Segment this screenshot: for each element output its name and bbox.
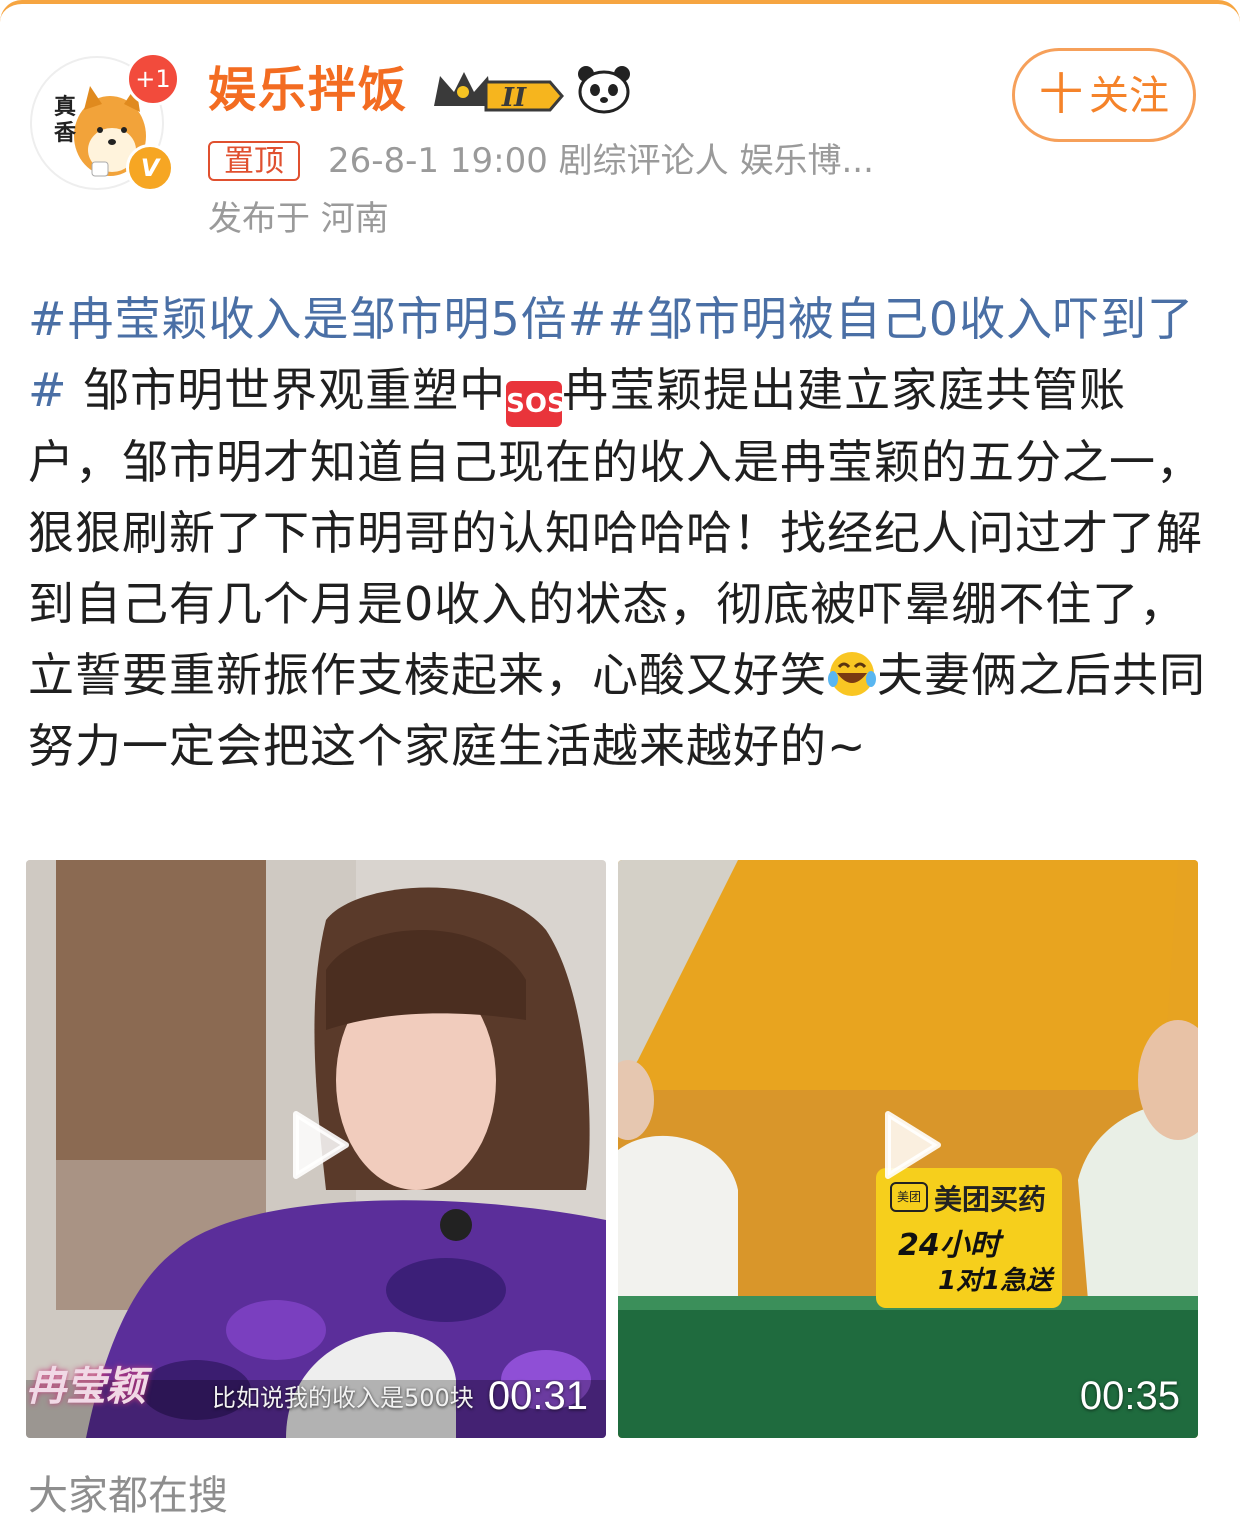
author-name[interactable]: 娱乐拌饭 <box>208 60 408 120</box>
video-duration: 00:31 <box>487 1374 588 1418</box>
post-card: 真香 +1 V 娱乐拌饭 II 十关注 置顶 26-8-1 19:00 剧综评论… <box>0 0 1240 1519</box>
sponsor-line-1: 24小时 <box>898 1228 1000 1263</box>
post-body: #冉莹颖收入是邹市明5倍##邹市明被自己0收入吓到了# 邹市明世界观重塑中SOS… <box>28 284 1214 782</box>
sponsor-ad-panel: 美团 美团买药 24小时 1对1急送 <box>876 1168 1062 1308</box>
crown-level-icon: II <box>434 72 564 113</box>
level-badge-label: II <box>501 83 527 113</box>
panda-icon <box>578 66 630 114</box>
sos-emoji-icon: SOS <box>506 381 566 427</box>
follow-label: 关注 <box>1089 73 1169 119</box>
sponsor-logo-icon: 美团 <box>890 1182 928 1212</box>
sponsor-title: 美团买药 <box>934 1183 1047 1216</box>
post-text-segment: 邹市明世界观重塑中 <box>67 363 507 417</box>
follow-button[interactable]: 十关注 <box>1012 48 1196 142</box>
avatar-caption: 真香 <box>54 94 77 146</box>
video-thumbnail-1[interactable]: 冉莹颖 比如说我的收入是500块 00:31 <box>26 860 606 1438</box>
post-location: 发布于 河南 <box>208 199 389 239</box>
play-icon[interactable] <box>880 1110 942 1180</box>
laughing-tears-emoji-icon <box>828 652 876 696</box>
sponsor-line-2: 1对1急送 <box>938 1266 1053 1296</box>
verified-badge: V <box>126 144 174 192</box>
video-name-caption: 冉莹颖 <box>26 1363 146 1410</box>
post-meta: 26-8-1 19:00 剧综评论人 娱乐博... <box>328 141 874 181</box>
video-thumbnail-2[interactable]: 美团 美团买药 24小时 1对1急送 00:35 <box>618 860 1198 1438</box>
pinned-badge: 置顶 <box>208 141 300 181</box>
play-icon[interactable] <box>288 1110 350 1180</box>
trending-search-label[interactable]: 大家都在搜 <box>28 1470 228 1522</box>
video-subtitle: 比如说我的收入是500块 <box>212 1384 474 1412</box>
plus-icon: 十 <box>1039 69 1083 120</box>
hashtag-link[interactable]: #冉莹颖收入是邹市明5倍# <box>28 292 607 346</box>
video-duration: 00:35 <box>1079 1374 1180 1418</box>
notification-badge: +1 <box>126 52 180 106</box>
